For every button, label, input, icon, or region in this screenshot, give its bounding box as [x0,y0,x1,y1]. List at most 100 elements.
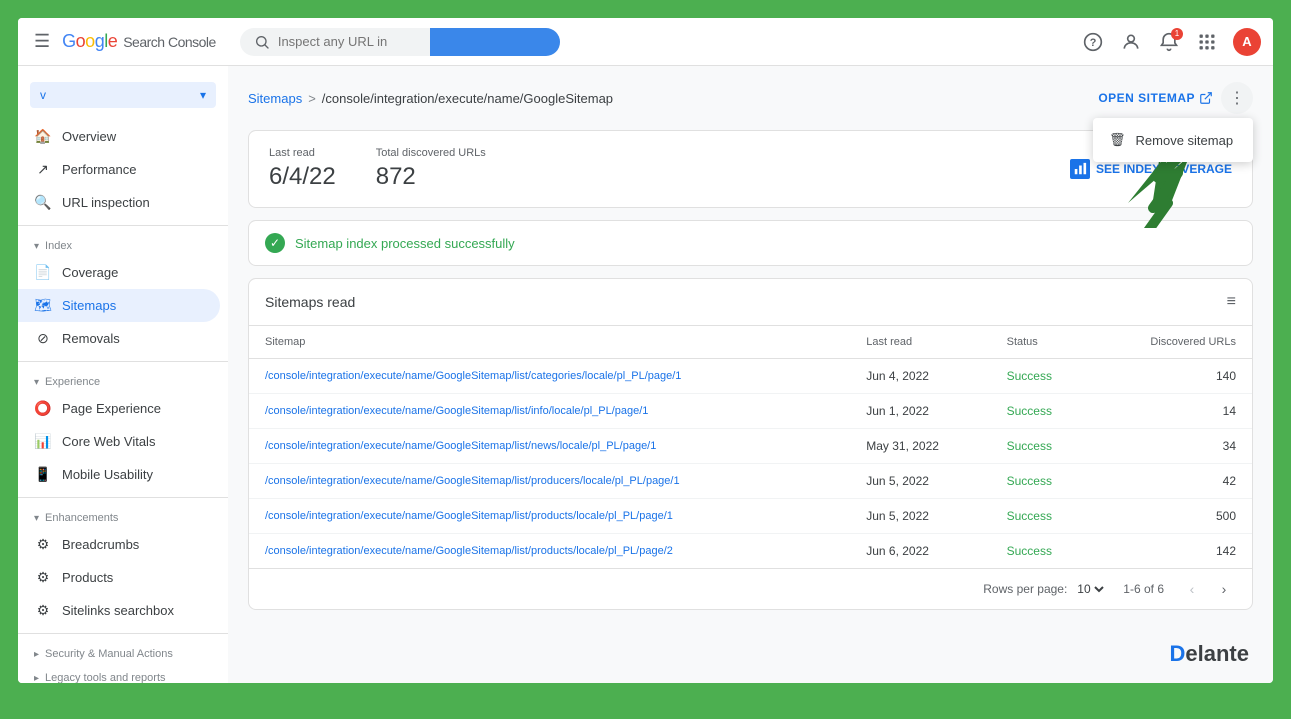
col-sitemap: Sitemap [249,326,850,359]
trash-icon: 🗑 [1109,132,1126,148]
see-index-coverage-button[interactable]: SEE INDEX COVERAGE [1070,159,1232,179]
urls-cell: 140 [1094,359,1252,394]
sidebar-section-experience[interactable]: ▾ Experience [18,368,228,392]
property-selector[interactable]: v ▾ [30,82,216,108]
sidebar-item-sitemaps[interactable]: 🗺 Sitemaps [18,289,220,322]
index-arrow: ▾ [34,241,39,252]
sidebar-section-index[interactable]: ▾ Index [18,232,228,256]
delante-rest: elante [1185,641,1249,666]
breadcrumb-separator: > [308,91,316,106]
sidebar-item-sitelinks[interactable]: ⚙ Sitelinks searchbox [18,594,220,627]
sidebar-item-products[interactable]: ⚙ Products [18,561,220,594]
table-row: /console/integration/execute/name/Google… [249,464,1252,499]
prev-page-button[interactable]: ‹ [1180,577,1204,601]
enhancements-arrow: ▾ [34,513,39,524]
notifications-icon[interactable]: 1 [1157,30,1181,54]
last-read-cell: Jun 5, 2022 [850,499,990,534]
sitemap-cell: /console/integration/execute/name/Google… [249,464,850,499]
sidebar-item-url-inspection[interactable]: 🔍 URL inspection [18,186,220,219]
mobile-icon: 📱 [34,466,52,483]
security-arrow: ▸ [34,649,39,660]
sidebar-item-mobile-usability[interactable]: 📱 Mobile Usability [18,458,220,491]
google-logo: Google Search Console [62,31,216,52]
search-bar[interactable] [240,28,560,56]
success-message: ✓ Sitemap index processed successfully [248,220,1253,266]
success-text: Sitemap index processed successfully [295,236,515,251]
sidebar-section-enhancements[interactable]: ▾ Enhancements [18,504,228,528]
sidebar-label-removals: Removals [62,331,120,346]
home-icon: 🏠 [34,128,52,145]
filter-icon[interactable]: ≡ [1227,293,1236,311]
topbar-actions: ? 1 A [1081,28,1261,56]
account-icon[interactable] [1119,30,1143,54]
index-section-label: Index [45,240,72,252]
sitemap-cell: /console/integration/execute/name/Google… [249,359,850,394]
sitemap-cell: /console/integration/execute/name/Google… [249,499,850,534]
sidebar-item-core-web-vitals[interactable]: 📊 Core Web Vitals [18,425,220,458]
urls-cell: 14 [1094,394,1252,429]
rows-per-page-label: Rows per page: [983,582,1067,596]
search-input[interactable] [278,34,428,49]
success-checkmark-icon: ✓ [265,233,285,253]
next-page-button[interactable]: › [1212,577,1236,601]
sidebar-item-overview[interactable]: 🏠 Overview [18,120,220,153]
sitemap-cell: /console/integration/execute/name/Google… [249,394,850,429]
sitemaps-table: Sitemap Last read Status Discovered URLs… [249,326,1252,568]
sitelinks-icon: ⚙ [34,602,52,619]
sidebar-item-performance[interactable]: ↗ Performance [18,153,220,186]
notification-badge: 1 [1171,28,1183,40]
table-header: Sitemaps read ≡ [249,279,1252,326]
last-read-stat: Last read 6/4/22 [269,147,336,191]
col-discovered-urls: Discovered URLs [1094,326,1252,359]
sidebar-item-page-experience[interactable]: ⭕ Page Experience [18,392,220,425]
table-row: /console/integration/execute/name/Google… [249,429,1252,464]
user-avatar[interactable]: A [1233,28,1261,56]
sidebar: v ▾ 🏠 Overview ↗ Performance 🔍 URL inspe… [18,66,228,683]
open-sitemap-button[interactable]: OPEN SITEMAP [1098,91,1213,105]
urls-cell: 500 [1094,499,1252,534]
sidebar-item-breadcrumbs[interactable]: ⚙ Breadcrumbs [18,528,220,561]
hamburger-icon[interactable]: ☰ [30,27,54,56]
table-row: /console/integration/execute/name/Google… [249,359,1252,394]
coverage-chart-icon [1070,159,1090,179]
sidebar-item-removals[interactable]: ⊘ Removals [18,322,220,355]
sidebar-label-overview: Overview [62,129,116,144]
more-options-button[interactable]: ⋮ 🗑 Remove sitemap [1221,82,1253,114]
status-cell: Success [991,394,1095,429]
last-read-cell: Jun 6, 2022 [850,534,990,569]
sidebar-section-security[interactable]: ▸ Security & Manual Actions [18,640,228,664]
security-section-label: Security & Manual Actions [45,648,173,660]
legacy-arrow: ▸ [34,673,39,684]
delante-logo: Delante [1170,641,1249,667]
coverage-icon: 📄 [34,264,52,281]
table-row: /console/integration/execute/name/Google… [249,394,1252,429]
legacy-section-label: Legacy tools and reports [45,672,165,683]
performance-icon: ↗ [34,161,52,178]
sidebar-item-coverage[interactable]: 📄 Coverage [18,256,220,289]
sidebar-divider-2 [18,361,228,362]
apps-icon[interactable] [1195,30,1219,54]
rows-per-page: Rows per page: 10 25 50 [983,581,1107,597]
breadcrumb-parent-link[interactable]: Sitemaps [248,91,302,106]
topbar: ☰ Google Search Console ? 1 [18,18,1273,66]
external-link-icon [1199,91,1213,105]
status-cell: Success [991,464,1095,499]
pagination-info: 1-6 of 6 [1123,582,1164,596]
help-icon[interactable]: ? [1081,30,1105,54]
sitemap-cell: /console/integration/execute/name/Google… [249,429,850,464]
remove-sitemap-option[interactable]: 🗑 Remove sitemap [1093,122,1253,158]
sidebar-divider-3 [18,497,228,498]
cwv-icon: 📊 [34,433,52,450]
enhancements-section-label: Enhancements [45,512,118,524]
rows-per-page-select[interactable]: 10 25 50 [1073,581,1107,597]
breadcrumbs-icon: ⚙ [34,536,52,553]
sidebar-section-legacy[interactable]: ▸ Legacy tools and reports [18,664,228,683]
breadcrumb-actions: OPEN SITEMAP ⋮ 🗑 Remove sitemap [1098,82,1253,114]
sidebar-label-sitemaps: Sitemaps [62,298,116,313]
sidebar-label-page-experience: Page Experience [62,401,161,416]
table-row: /console/integration/execute/name/Google… [249,534,1252,569]
last-read-cell: Jun 4, 2022 [850,359,990,394]
sitemap-cell: /console/integration/execute/name/Google… [249,534,850,569]
breadcrumb-path: Sitemaps > /console/integration/execute/… [248,91,613,106]
removals-icon: ⊘ [34,330,52,347]
